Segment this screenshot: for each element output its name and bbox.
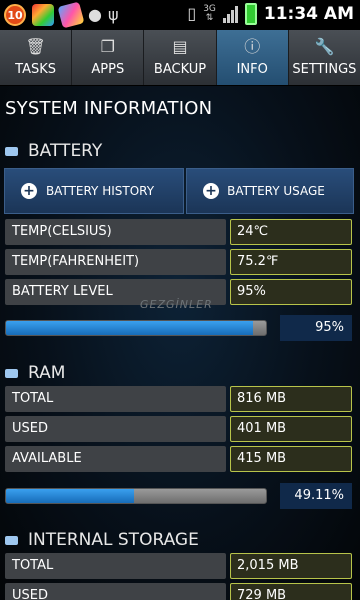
temp-fahrenheit-label: TEMP(FAHRENHEIT) (5, 249, 226, 275)
battery-progress-value: 95% (280, 315, 352, 341)
ram-used-value: 401 MB (230, 416, 352, 442)
watermark: GEZGİNLER (140, 298, 213, 311)
battery-history-label: BATTERY HISTORY (45, 183, 155, 198)
page-title: SYSTEM INFORMATION (5, 98, 213, 119)
battery-icon (244, 3, 257, 25)
temp-celsius-value: 24℃ (230, 219, 352, 245)
data-arrows-icon: ⇅ (205, 13, 214, 23)
storage-total-value: 2,015 MB (230, 553, 352, 579)
battery-progress-bar (5, 320, 267, 336)
battery-progress-fill (6, 321, 253, 335)
tab-tasks[interactable]: 🗑 TASKS (0, 30, 73, 85)
info-icon: ⓘ (244, 37, 261, 56)
plus-icon: + (21, 183, 37, 199)
android-icon[interactable]: ● (88, 4, 102, 26)
floppy-icon: ▤ (172, 37, 188, 56)
apps-icon: ❐ (100, 37, 115, 56)
tab-settings-label: SETTINGS (292, 62, 357, 77)
plus-icon: + (203, 183, 219, 199)
clock: 11:34 AM (263, 4, 354, 24)
battery-history-button[interactable]: + BATTERY HISTORY (4, 168, 184, 214)
ram-progress-value: 49.11% (280, 483, 352, 509)
section-marker-icon (5, 368, 18, 378)
battery-section-title: BATTERY (28, 141, 103, 161)
network-type-indicator: 3G ⇅ (203, 5, 216, 23)
tab-bar: 🗑 TASKS ❐ APPS ▤ BACKUP ⓘ INFO 🔧 SETTING… (0, 30, 360, 86)
vibrate-icon: ▯ (187, 4, 197, 23)
ram-section-header: RAM (5, 363, 65, 383)
tab-info[interactable]: ⓘ INFO (216, 30, 289, 85)
status-bar: 10 ● ψ ▯ 3G ⇅ 11:34 AM (0, 0, 360, 30)
battery-usage-label: BATTERY USAGE (227, 183, 325, 198)
app-notification-icon-2[interactable] (57, 1, 85, 29)
ram-total-label: TOTAL (5, 386, 226, 412)
tab-backup[interactable]: ▤ BACKUP (144, 30, 217, 85)
tab-info-label: INFO (236, 62, 268, 77)
internal-storage-section-header: INTERNAL STORAGE (5, 530, 199, 550)
ram-progress-fill (6, 489, 134, 503)
ram-total-value: 816 MB (230, 386, 352, 412)
temp-celsius-label: TEMP(CELSIUS) (5, 219, 226, 245)
battery-usage-button[interactable]: + BATTERY USAGE (186, 168, 354, 214)
storage-used-label: USED (5, 583, 226, 600)
trash-icon: 🗑 (25, 37, 46, 56)
app-notification-icon[interactable] (32, 4, 54, 26)
ram-progress-bar (5, 488, 267, 504)
ram-available-label: AVAILABLE (5, 446, 226, 472)
info-content[interactable]: SYSTEM INFORMATION BATTERY + BATTERY HIS… (0, 86, 360, 600)
usb-icon[interactable]: ψ (108, 4, 119, 26)
ram-available-value: 415 MB (230, 446, 352, 472)
ram-section-title: RAM (28, 363, 66, 383)
tab-backup-label: BACKUP (153, 62, 207, 77)
ram-used-label: USED (5, 416, 226, 442)
storage-total-label: TOTAL (5, 553, 226, 579)
tab-settings[interactable]: 🔧 SETTINGS (289, 30, 360, 85)
section-marker-icon (5, 146, 18, 156)
internal-storage-section-title: INTERNAL STORAGE (28, 530, 199, 550)
notification-badge[interactable]: 10 (4, 4, 26, 26)
tab-apps-label: APPS (91, 62, 125, 77)
tab-tasks-label: TASKS (15, 62, 57, 77)
section-marker-icon (5, 535, 18, 545)
battery-section-header: BATTERY (5, 141, 102, 161)
temp-fahrenheit-value: 75.2℉ (230, 249, 352, 275)
signal-icon (222, 5, 238, 23)
battery-level-value: 95% (230, 279, 352, 305)
storage-used-value: 729 MB (230, 583, 352, 600)
wrench-icon: 🔧 (314, 37, 335, 56)
tab-apps[interactable]: ❐ APPS (72, 30, 145, 85)
